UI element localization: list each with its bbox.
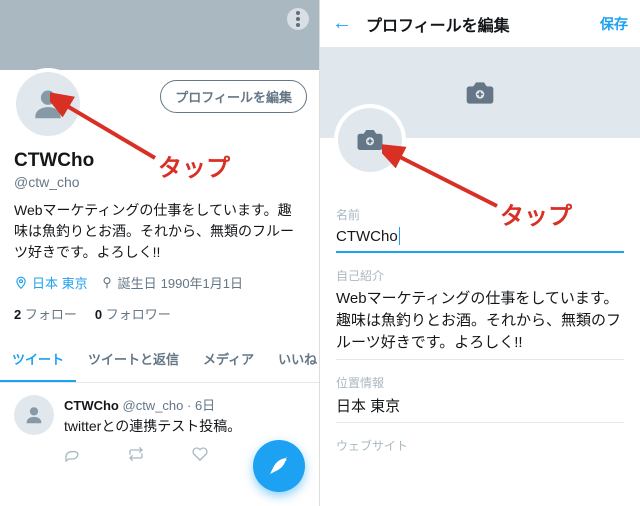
followers-link[interactable]: 0 フォロワー [95, 304, 171, 323]
tab-media[interactable]: メディア [191, 337, 266, 382]
balloon-icon [100, 276, 114, 290]
more-menu-icon[interactable] [287, 8, 309, 30]
edit-profile-pane: ← プロフィールを編集 保存 名前 CTWCho 自己紹介 Webマーケティング… [320, 0, 640, 506]
avatar-container [12, 68, 84, 140]
location-icon [14, 276, 28, 290]
tweet-avatar[interactable] [14, 395, 54, 435]
profile-handle: @ctw_cho [14, 174, 305, 190]
person-icon [23, 404, 45, 426]
tweet-header: CTWCho @ctw_cho · 6日 [64, 395, 305, 414]
reply-icon[interactable] [64, 446, 80, 467]
like-icon[interactable] [192, 446, 208, 467]
website-field[interactable]: ウェブサイト [336, 429, 624, 464]
location-input[interactable]: 日本 東京 [336, 395, 624, 416]
location-text: 日本 東京 [32, 273, 88, 292]
compose-tweet-button[interactable] [253, 440, 305, 492]
page-title: プロフィールを編集 [366, 12, 586, 36]
birthday-label: 誕生日 [118, 273, 157, 292]
tab-tweets[interactable]: ツイート [0, 337, 76, 382]
birthday-chip: 誕生日 1990年1月1日 [100, 273, 243, 292]
profile-meta: 日本 東京 誕生日 1990年1月1日 [14, 273, 305, 292]
profile-banner[interactable] [0, 0, 319, 70]
following-link[interactable]: 2 フォロー [14, 304, 77, 323]
name-label: 名前 [336, 206, 624, 223]
tweet-text: twitterとの連携テスト投稿。 [64, 416, 305, 436]
birthday-value: 1990年1月1日 [161, 273, 243, 292]
profile-bio: Webマーケティングの仕事をしています。趣味は魚釣りとお酒。それから、無類のフル… [14, 200, 305, 263]
save-button[interactable]: 保存 [600, 14, 628, 34]
bio-field[interactable]: 自己紹介 Webマーケティングの仕事をしています。趣味は魚釣りとお酒。それから、… [336, 259, 624, 360]
text-cursor [399, 227, 400, 245]
name-input[interactable]: CTWCho [336, 227, 624, 245]
profile-avatar[interactable] [16, 72, 80, 136]
edit-form: 名前 CTWCho 自己紹介 Webマーケティングの仕事をしています。趣味は魚釣… [320, 138, 640, 464]
bio-input[interactable]: Webマーケティングの仕事をしています。趣味は魚釣りとお酒。それから、無類のフル… [336, 288, 624, 353]
location-label: 位置情報 [336, 374, 624, 391]
profile-tabs: ツイート ツイートと返信 メディア いいね [0, 337, 319, 383]
profile-view-pane: プロフィールを編集 CTWCho @ctw_cho Webマーケティングの仕事を… [0, 0, 320, 506]
follow-stats: 2 フォロー 0 フォロワー [14, 304, 305, 323]
profile-name: CTWCho [14, 150, 305, 172]
camera-plus-icon [355, 125, 385, 155]
person-icon [29, 85, 67, 123]
camera-plus-icon [464, 77, 496, 109]
tab-replies[interactable]: ツイートと返信 [76, 337, 191, 382]
name-field[interactable]: 名前 CTWCho [336, 198, 624, 253]
avatar-picker[interactable] [338, 108, 402, 172]
feather-icon [267, 454, 291, 478]
location-chip[interactable]: 日本 東京 [14, 273, 88, 292]
bio-label: 自己紹介 [336, 267, 624, 284]
website-label: ウェブサイト [336, 437, 624, 454]
retweet-icon[interactable] [128, 446, 144, 467]
edit-header: ← プロフィールを編集 保存 [320, 0, 640, 48]
location-field[interactable]: 位置情報 日本 東京 [336, 366, 624, 423]
avatar-picker-container [334, 104, 406, 176]
back-icon[interactable]: ← [332, 12, 352, 35]
edit-profile-button[interactable]: プロフィールを編集 [160, 80, 307, 113]
